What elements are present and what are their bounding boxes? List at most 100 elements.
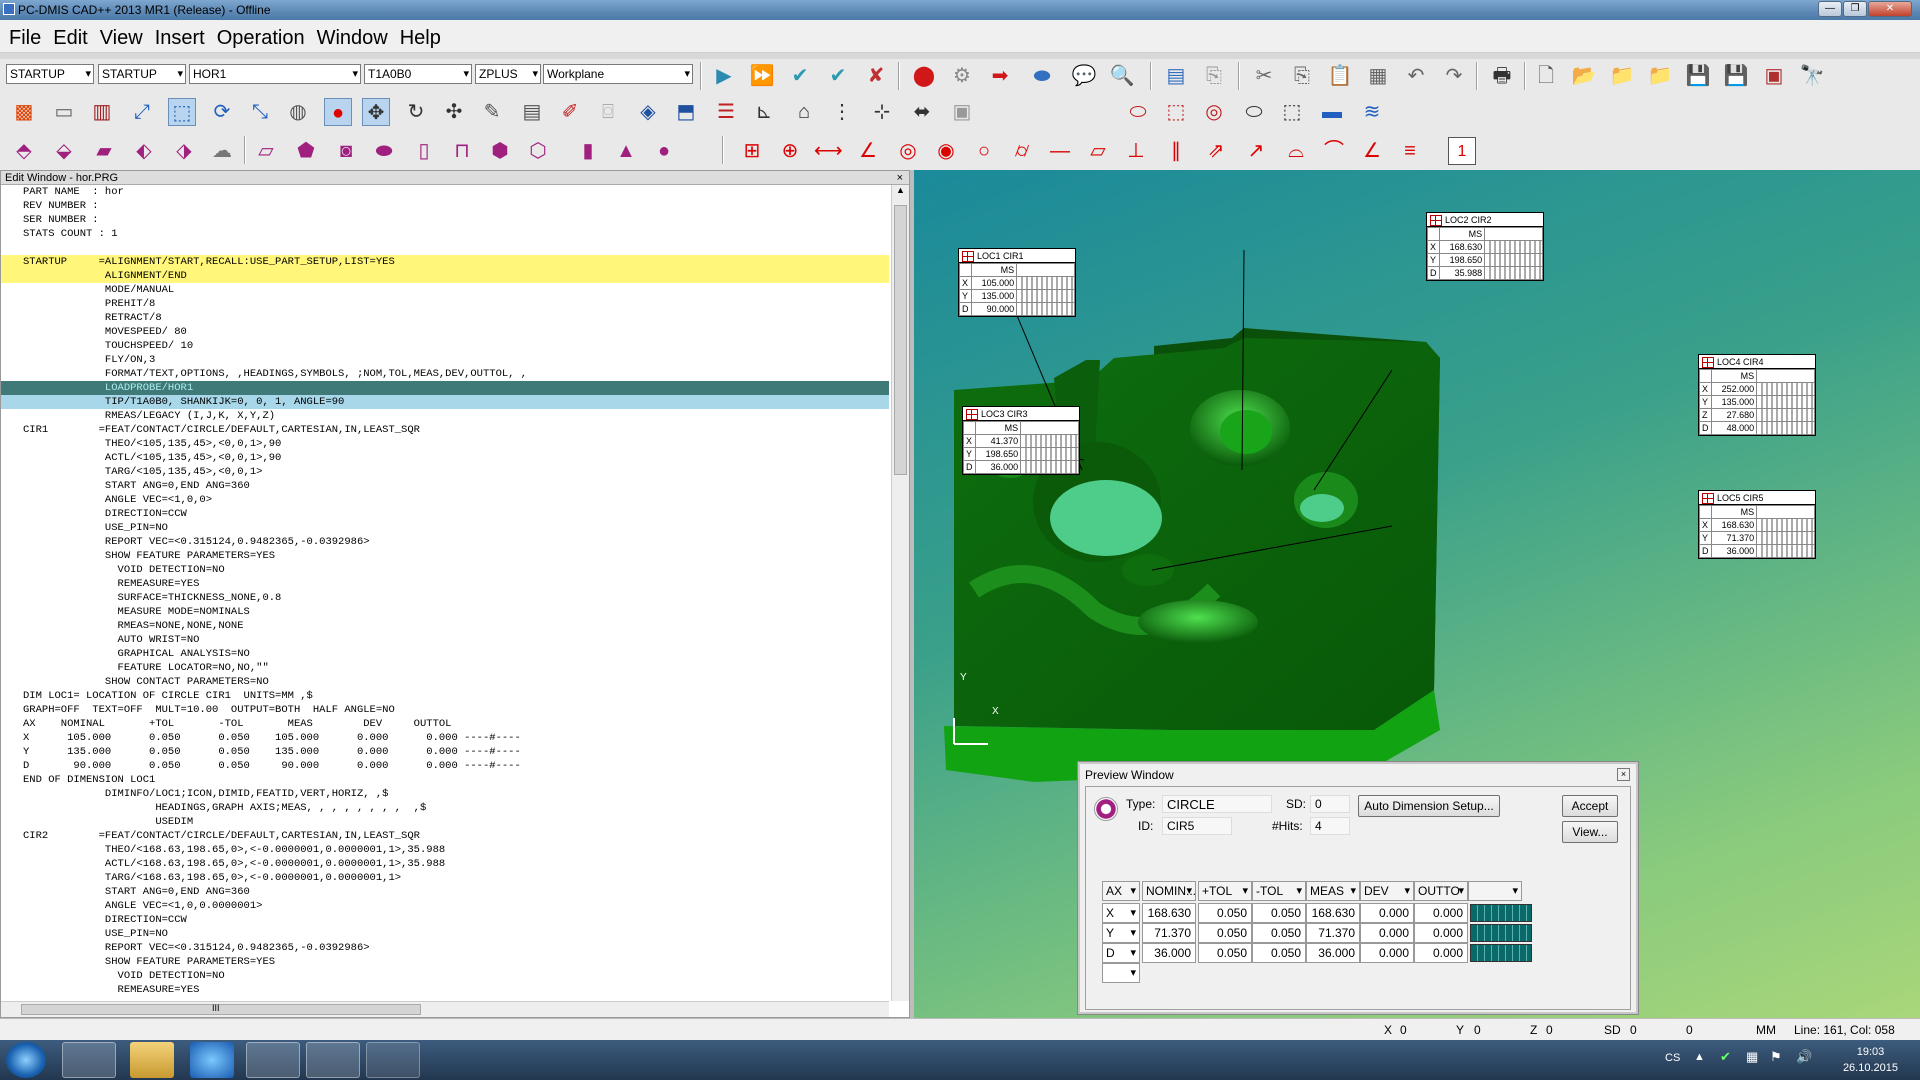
machine-icon[interactable]: ⬌ bbox=[908, 98, 936, 126]
code-line[interactable]: FORMAT/TEXT,OPTIONS, ,HEADINGS,SYMBOLS, … bbox=[1, 367, 889, 381]
code-line[interactable]: SURFACE=THICKNESS_NONE,0.8 bbox=[1, 591, 889, 605]
preview-cell[interactable]: 0.000 bbox=[1414, 923, 1468, 943]
undo-icon[interactable]: ↶ bbox=[1402, 62, 1430, 90]
code-line[interactable]: TOUCHSPEED/ 10 bbox=[1, 339, 889, 353]
redo-icon[interactable]: ↷ bbox=[1440, 62, 1468, 90]
preview-column-header[interactable]: NOMIN... bbox=[1142, 881, 1196, 901]
preview-cell[interactable]: 0.050 bbox=[1198, 903, 1252, 923]
preview-axis-select[interactable]: D bbox=[1102, 943, 1140, 963]
code-line[interactable]: DIRECTION=CCW bbox=[1, 507, 889, 521]
layout-icon[interactable]: ▥ bbox=[88, 98, 116, 126]
auto-polygon-icon[interactable]: ⬢ bbox=[486, 137, 514, 165]
preview-cell[interactable]: 0.000 bbox=[1360, 923, 1414, 943]
dim-flatness-icon[interactable]: ▱ bbox=[1084, 137, 1112, 165]
menu-operation[interactable]: Operation bbox=[208, 20, 308, 50]
open-folder-icon[interactable]: 📁 bbox=[1608, 62, 1636, 90]
code-line[interactable]: AUTO WRIST=NO bbox=[1, 633, 889, 647]
transform-icon[interactable]: ⊹ bbox=[868, 98, 896, 126]
close-button[interactable]: ✕ bbox=[1868, 1, 1912, 17]
code-line[interactable]: PREHIT/8 bbox=[1, 297, 889, 311]
code-line[interactable]: RMEAS/LEGACY (I,J,K, X,Y,Z) bbox=[1, 409, 889, 423]
tray-shield-icon[interactable]: ✔ bbox=[1720, 1049, 1731, 1065]
menu-file[interactable]: File bbox=[0, 20, 44, 50]
menu-insert[interactable]: Insert bbox=[146, 20, 208, 50]
tip-combo[interactable]: T1A0B0 bbox=[364, 64, 472, 84]
auto-stud-icon[interactable]: ⬡ bbox=[524, 137, 552, 165]
code-line[interactable]: USEDIM bbox=[1, 815, 889, 829]
dim-label-loc5[interactable]: LOC5 CIR5 MS X 168.630 Y 71.370 D 36.000 bbox=[1698, 490, 1816, 559]
taskbar-app-icon[interactable] bbox=[366, 1042, 420, 1078]
auto-angle-icon[interactable]: ⬖ bbox=[130, 137, 158, 165]
minimize-button[interactable]: — bbox=[1818, 1, 1842, 17]
render-icon[interactable]: ▩ bbox=[10, 98, 38, 126]
view-set-combo[interactable]: STARTUP bbox=[98, 64, 186, 84]
auto-notch-icon[interactable]: ⊓ bbox=[448, 137, 476, 165]
vertical-scroll-thumb[interactable] bbox=[894, 205, 907, 475]
dim-runout-icon[interactable]: ↗ bbox=[1242, 137, 1270, 165]
zoom-window-icon[interactable]: ⬚ bbox=[168, 98, 196, 126]
construct-6-icon[interactable]: ▬ bbox=[1318, 98, 1346, 126]
preview-cell[interactable]: 0.050 bbox=[1198, 943, 1252, 963]
move-arrow-icon[interactable]: ➡ bbox=[986, 62, 1014, 90]
execute-from-cursor-icon[interactable]: ⏩ bbox=[748, 62, 776, 90]
code-line[interactable]: ANGLE VEC=<1,0,0.0000001> bbox=[1, 899, 889, 913]
dim-profile-surface-icon[interactable]: ⌓ bbox=[1282, 137, 1310, 165]
auto-slot-icon[interactable]: ▯ bbox=[410, 137, 438, 165]
code-line[interactable]: ALIGNMENT/END bbox=[1, 269, 889, 283]
cube-icon[interactable]: ◈ bbox=[634, 98, 662, 126]
dim-total-runout-icon[interactable]: ⇗ bbox=[1202, 137, 1230, 165]
code-line[interactable]: GRAPH=OFF TEXT=OFF MULT=10.00 OUTPUT=BOT… bbox=[1, 703, 889, 717]
export-icon[interactable]: ▣ bbox=[1760, 62, 1788, 90]
preview-axis-select[interactable]: X bbox=[1102, 903, 1140, 923]
scroll-up-icon[interactable]: ▲ bbox=[892, 185, 909, 195]
code-line[interactable]: SHOW FEATURE PARAMETERS=YES bbox=[1, 549, 889, 563]
hierarchy-icon[interactable]: ⬒ bbox=[672, 98, 700, 126]
preview-cell[interactable]: 36.000 bbox=[1142, 943, 1196, 963]
preview-cell[interactable]: 0.050 bbox=[1198, 923, 1252, 943]
preview-cell[interactable]: 0.050 bbox=[1252, 903, 1306, 923]
tray-arrow-icon[interactable]: ▲ bbox=[1694, 1051, 1705, 1063]
input-language[interactable]: CS bbox=[1665, 1052, 1680, 1064]
code-line[interactable]: SER NUMBER : bbox=[1, 213, 889, 227]
open-icon[interactable]: 📂 bbox=[1570, 62, 1598, 90]
code-line[interactable]: END OF DIMENSION LOC1 bbox=[1, 773, 889, 787]
scale-icon[interactable]: ⤡ bbox=[246, 98, 274, 126]
dim-cylindricity-icon[interactable]: ⌭ bbox=[1008, 137, 1036, 165]
auto-cone-icon[interactable]: ▲ bbox=[612, 137, 640, 165]
construct-2-icon[interactable]: ⬚ bbox=[1162, 98, 1190, 126]
code-line[interactable]: REV NUMBER : bbox=[1, 199, 889, 213]
auto-corner-icon[interactable]: ⬗ bbox=[170, 137, 198, 165]
preview-cell[interactable]: 0.000 bbox=[1360, 943, 1414, 963]
menu-view[interactable]: View bbox=[91, 20, 146, 50]
camera-icon[interactable]: ⌼ bbox=[594, 98, 622, 126]
rotate-icon[interactable]: ⟳ bbox=[208, 98, 236, 126]
dim-keyin-icon[interactable]: 1 bbox=[1448, 137, 1476, 165]
dim-label-loc4[interactable]: LOC4 CIR4 MS X 252.000 Y 135.000 Z 27.680 D 48.00… bbox=[1698, 354, 1816, 436]
list-icon[interactable]: ▤ bbox=[1162, 62, 1190, 90]
paste-icon[interactable]: 📋 bbox=[1326, 62, 1354, 90]
mark-icon[interactable]: ✔ bbox=[786, 62, 814, 90]
comment-icon[interactable]: 💬 bbox=[1070, 62, 1098, 90]
code-line[interactable]: START ANG=0,END ANG=360 bbox=[1, 885, 889, 899]
preview-column-header[interactable]: OUTTO bbox=[1414, 881, 1468, 901]
code-line[interactable]: PART NAME : hor bbox=[1, 185, 889, 199]
code-line[interactable]: MODE/MANUAL bbox=[1, 283, 889, 297]
code-line[interactable]: ANGLE VEC=<1,0,0> bbox=[1, 493, 889, 507]
auto-surface-icon[interactable]: ☁ bbox=[208, 137, 236, 165]
import-icon[interactable]: 📁 bbox=[1646, 62, 1674, 90]
code-line[interactable]: CIR1 =FEAT/CONTACT/CIRCLE/DEFAULT,CARTES… bbox=[1, 423, 889, 437]
lamp-icon[interactable]: ⌂ bbox=[790, 98, 818, 126]
auto-plane-icon[interactable]: ▰ bbox=[90, 137, 118, 165]
view-button[interactable]: View... bbox=[1562, 821, 1618, 843]
code-line[interactable]: DIRECTION=CCW bbox=[1, 913, 889, 927]
auto-point-icon[interactable]: ⬘ bbox=[10, 137, 38, 165]
cut-icon[interactable]: ✂ bbox=[1250, 62, 1278, 90]
zoom-fit-icon[interactable]: ⤢ bbox=[128, 98, 156, 126]
code-line[interactable]: MEASURE MODE=NOMINALS bbox=[1, 605, 889, 619]
taskbar-chrome-icon[interactable] bbox=[306, 1042, 360, 1078]
code-line[interactable]: STARTUP =ALIGNMENT/START,RECALL:USE_PART… bbox=[1, 255, 889, 269]
code-line[interactable]: FLY/ON,3 bbox=[1, 353, 889, 367]
probe-combo[interactable]: HOR1 bbox=[189, 64, 361, 84]
dim-concentricity-icon[interactable]: ◎ bbox=[894, 137, 922, 165]
copy-icon[interactable]: ⎘ bbox=[1288, 62, 1316, 90]
